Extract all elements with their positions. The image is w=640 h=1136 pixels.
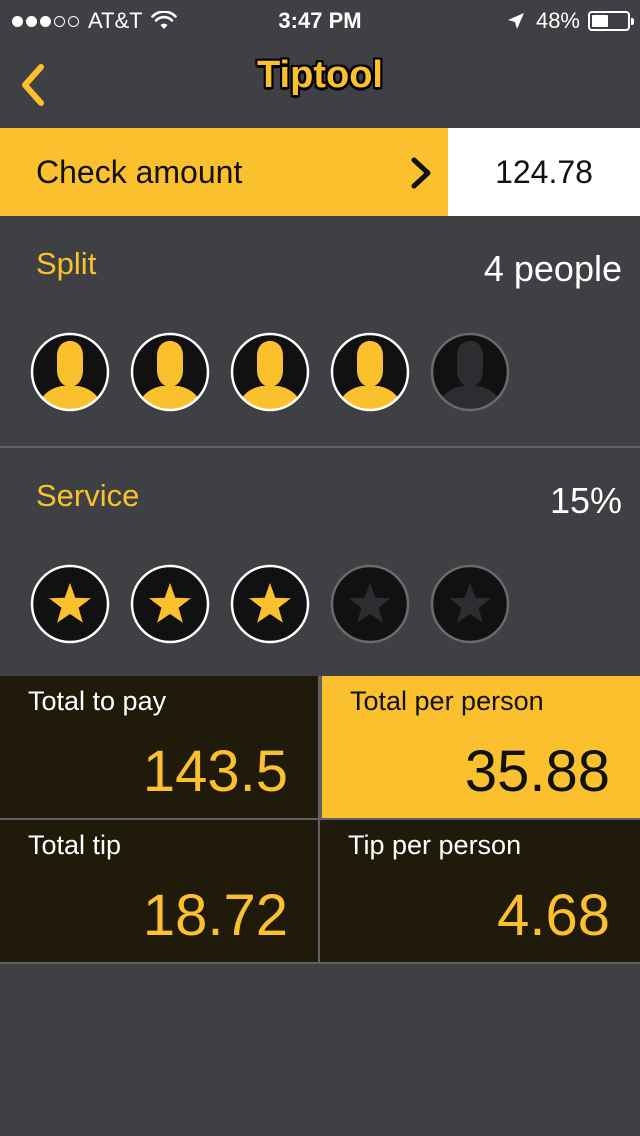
total-tip-value: 18.72: [142, 883, 288, 948]
chevron-right-icon: [411, 157, 431, 189]
check-amount-field[interactable]: 124.78: [448, 128, 640, 216]
app-logo: Tiptool: [257, 54, 383, 96]
totals-grid: Total to pay 143.5 Total per person 35.8…: [0, 676, 640, 964]
navigation-bar: Tiptool: [0, 40, 640, 128]
check-amount-row: Check amount 124.78: [0, 128, 640, 216]
total-tip-tile: Total tip 18.72: [0, 820, 320, 964]
check-amount-value: 124.78: [495, 154, 593, 190]
check-amount-button[interactable]: Check amount: [0, 128, 448, 216]
split-section: Split 4 people: [0, 216, 640, 448]
service-star-3-button[interactable]: [230, 564, 310, 644]
total-per-person-tile: Total per person 35.88: [320, 676, 640, 820]
split-person-1-button[interactable]: [30, 332, 110, 412]
tip-per-person-tile: Tip per person 4.68: [320, 820, 640, 964]
split-person-2-button[interactable]: [130, 332, 210, 412]
check-amount-label: Check amount: [36, 154, 243, 190]
service-section: Service 15%: [0, 448, 640, 676]
total-tip-label: Total tip: [28, 830, 122, 860]
service-star-4-button[interactable]: [330, 564, 410, 644]
battery-percentage: 48%: [535, 8, 580, 33]
split-label: Split: [36, 246, 97, 281]
total-per-person-value: 35.88: [464, 739, 610, 804]
service-star-1-button[interactable]: [30, 564, 110, 644]
service-value: 15%: [549, 480, 622, 521]
split-value: 4 people: [483, 248, 622, 289]
location-arrow-icon: [507, 13, 524, 29]
split-person-3-button[interactable]: [230, 332, 310, 412]
split-selector: [30, 332, 530, 412]
total-to-pay-tile: Total to pay 143.5: [0, 676, 320, 820]
total-to-pay-value: 143.5: [142, 739, 288, 804]
status-bar: AT&T 3:47 PM 48%: [0, 0, 640, 40]
split-person-4-button[interactable]: [330, 332, 410, 412]
battery-icon: [588, 11, 634, 31]
service-rating-selector: [30, 564, 530, 644]
service-label: Service: [36, 478, 140, 513]
service-star-5-button[interactable]: [430, 564, 510, 644]
tiptool-screen: AT&T 3:47 PM 48% Tiptool Check amount 12…: [0, 0, 640, 1136]
service-star-2-button[interactable]: [130, 564, 210, 644]
tip-per-person-label: Tip per person: [348, 830, 522, 860]
tip-per-person-value: 4.68: [497, 883, 610, 948]
total-to-pay-label: Total to pay: [28, 686, 167, 716]
total-per-person-label: Total per person: [350, 686, 544, 716]
split-person-5-button[interactable]: [430, 332, 510, 412]
